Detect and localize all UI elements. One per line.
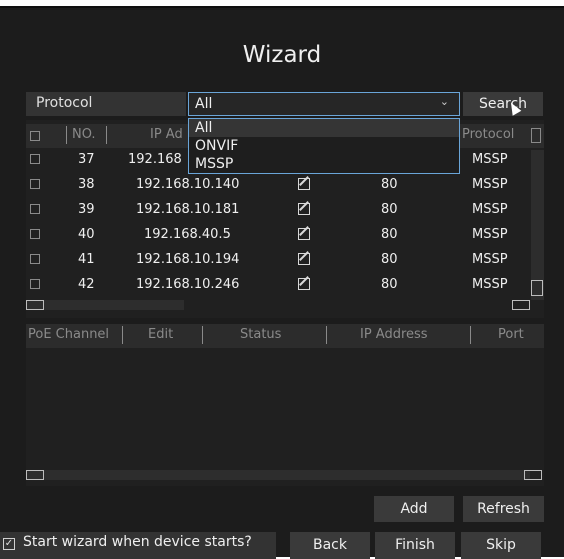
start-wizard-checkbox[interactable]: ✓	[3, 538, 15, 550]
row-no: 38	[78, 177, 95, 192]
table-row[interactable]: 38 192.168.10.140 80 MSSP	[26, 177, 531, 201]
column-divider	[326, 326, 327, 344]
row-port: 80	[381, 277, 398, 292]
col-ip-address: IP Ad	[150, 127, 183, 142]
chevron-down-icon: ⌄	[439, 95, 449, 108]
poe-table-header: PoE Channel Edit Status IP Address Port	[26, 324, 544, 348]
scroll-up-thumb[interactable]	[531, 128, 541, 143]
table-row[interactable]: 39 192.168.10.181 80 MSSP	[26, 202, 531, 226]
col-protocol: Protocol	[462, 127, 515, 142]
row-checkbox[interactable]	[30, 179, 40, 189]
scrollbar-thumb[interactable]	[531, 280, 543, 296]
window-top-edge	[0, 6, 564, 8]
edit-icon[interactable]	[298, 278, 310, 290]
row-ip: 192.168.10.181	[136, 202, 240, 217]
protocol-option-onvif[interactable]: ONVIF	[189, 137, 459, 155]
row-no: 39	[78, 202, 95, 217]
search-button[interactable]: Search	[463, 92, 543, 116]
skip-button[interactable]: Skip	[461, 532, 541, 559]
protocol-label: Protocol	[26, 92, 186, 116]
col-port: Port	[498, 327, 524, 342]
row-ip: 192.168.10.194	[136, 252, 240, 267]
column-divider	[122, 326, 123, 344]
column-divider	[470, 326, 471, 344]
add-button[interactable]: Add	[374, 496, 454, 522]
col-status: Status	[240, 327, 282, 342]
scrollbar-thumb[interactable]	[26, 470, 44, 480]
scrollbar-end-thumb[interactable]	[524, 470, 542, 480]
row-ip: 192.168.10.140	[136, 177, 240, 192]
protocol-dropdown: All ONVIF MSSP	[188, 118, 460, 174]
table-row[interactable]: 41 192.168.10.194 80 MSSP	[26, 252, 531, 276]
protocol-selected-value: All	[195, 96, 213, 112]
poe-table: PoE Channel Edit Status IP Address Port	[26, 324, 544, 486]
scrollbar-end-thumb[interactable]	[512, 300, 530, 310]
row-protocol: MSSP	[472, 277, 508, 292]
row-protocol: MSSP	[472, 227, 508, 242]
row-port: 80	[381, 252, 398, 267]
row-port: 80	[381, 177, 398, 192]
row-ip: 192.168.10.246	[136, 277, 240, 292]
row-protocol: MSSP	[472, 252, 508, 267]
row-checkbox[interactable]	[30, 154, 40, 164]
row-ip: 192.168.40.5	[144, 227, 231, 242]
vertical-scrollbar[interactable]	[531, 150, 544, 300]
row-no: 37	[78, 152, 95, 167]
col-ip-address: IP Address	[360, 327, 428, 342]
row-no: 40	[78, 227, 95, 242]
row-port: 80	[381, 202, 398, 217]
row-checkbox[interactable]	[30, 254, 40, 264]
page-title: Wizard	[242, 42, 322, 68]
protocol-option-mssp[interactable]: MSSP	[189, 155, 459, 173]
bottom-bar: ✓ Start wizard when device starts? Back …	[0, 530, 564, 559]
row-protocol: MSSP	[472, 152, 508, 167]
row-checkbox[interactable]	[30, 229, 40, 239]
column-divider	[202, 326, 203, 344]
protocol-select[interactable]: All ⌄	[188, 92, 460, 116]
row-protocol: MSSP	[472, 202, 508, 217]
row-no: 41	[78, 252, 95, 267]
col-poe-channel: PoE Channel	[28, 327, 110, 342]
back-button[interactable]: Back	[290, 532, 370, 559]
row-checkbox[interactable]	[30, 279, 40, 289]
scrollbar-thumb[interactable]	[26, 300, 44, 310]
column-divider	[106, 126, 107, 144]
col-no: NO.	[72, 127, 96, 142]
start-wizard-label: Start wizard when device starts?	[23, 534, 252, 550]
table-row[interactable]: 42 192.168.10.246 80 MSSP	[26, 277, 531, 301]
row-no: 42	[78, 277, 95, 292]
column-divider	[66, 126, 67, 144]
edit-icon[interactable]	[298, 228, 310, 240]
finish-button[interactable]: Finish	[375, 532, 455, 559]
edit-icon[interactable]	[298, 178, 310, 190]
row-ip: 192.168	[128, 152, 182, 167]
edit-icon[interactable]	[298, 203, 310, 215]
row-checkbox[interactable]	[30, 204, 40, 214]
horizontal-scrollbar[interactable]	[26, 470, 542, 480]
wizard-window: Wizard Protocol All ⌄ Search All ONVIF M…	[0, 6, 564, 557]
select-all-checkbox[interactable]	[30, 131, 40, 141]
table-row[interactable]: 40 192.168.40.5 80 MSSP	[26, 227, 531, 251]
refresh-button[interactable]: Refresh	[463, 496, 544, 522]
row-port: 80	[381, 227, 398, 242]
horizontal-scrollbar[interactable]	[26, 300, 184, 310]
protocol-option-all[interactable]: All	[189, 119, 459, 137]
edit-icon[interactable]	[298, 253, 310, 265]
col-edit: Edit	[148, 327, 174, 342]
row-protocol: MSSP	[472, 177, 508, 192]
